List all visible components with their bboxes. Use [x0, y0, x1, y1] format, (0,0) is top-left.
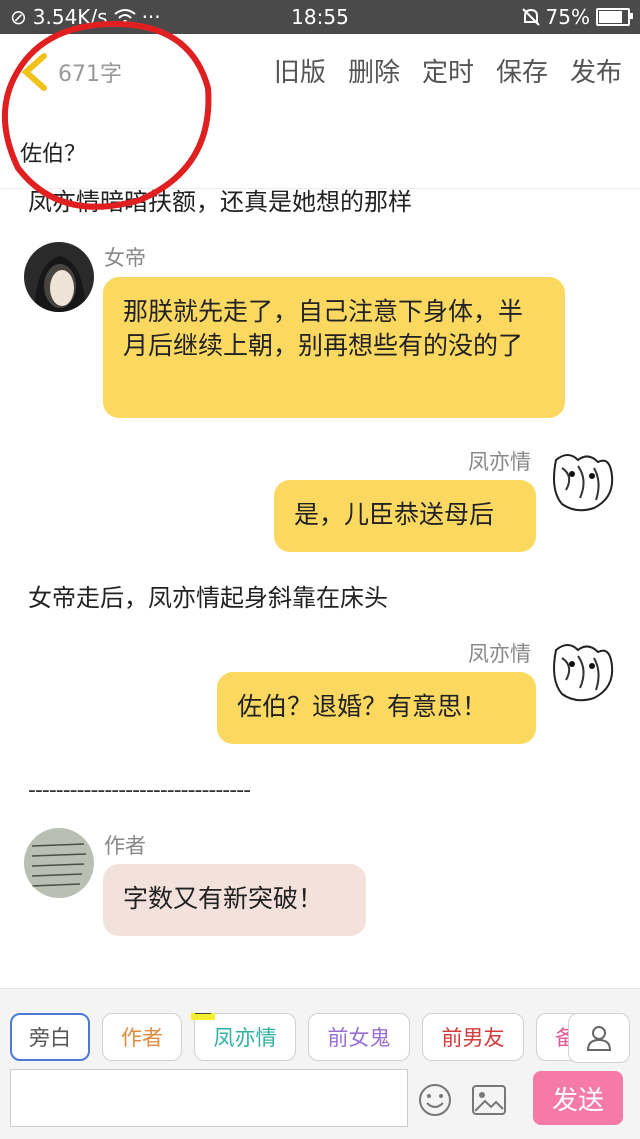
battery-percent: 75%: [545, 5, 590, 29]
speaker-name: 凤亦情: [468, 642, 531, 666]
chat-area[interactable]: 凤亦情暗暗扶额，还真是她想的那样 女帝 那朕就先走了，自己注意下身体，半月后继续…: [0, 188, 640, 988]
person-icon: [586, 1026, 612, 1051]
save-button[interactable]: 保存: [496, 52, 548, 89]
image-icon[interactable]: [472, 1085, 506, 1115]
role-ex-ghost[interactable]: 前女鬼: [308, 1013, 410, 1061]
role-selector: 旁白 作者 主 凤亦情 前女鬼 前男友 备: [10, 1013, 640, 1061]
message-bubble[interactable]: 是，儿臣恭送母后: [274, 480, 536, 552]
role-author[interactable]: 作者: [102, 1013, 182, 1061]
message-input[interactable]: [10, 1069, 408, 1127]
bell-muted-icon: [521, 8, 540, 26]
message-bubble[interactable]: 字数又有新突破！: [103, 864, 366, 936]
role-fengyiqing[interactable]: 主 凤亦情: [191, 1013, 296, 1061]
scene-divider: --------------------------------: [28, 778, 251, 803]
message-bubble[interactable]: 佐伯？退婚？有意思！: [217, 672, 536, 744]
annotation-circle: [2, 20, 212, 210]
add-role-button[interactable]: [568, 1013, 630, 1063]
avatar-fengyiqing[interactable]: [548, 446, 618, 516]
role-label: 凤亦情: [213, 1026, 277, 1050]
emoji-icon[interactable]: [418, 1083, 452, 1117]
narration-text: 女帝走后，凤亦情起身斜靠在床头: [28, 584, 388, 612]
send-button[interactable]: 发送: [533, 1071, 623, 1125]
speaker-name: 作者: [104, 834, 146, 858]
composer-bar: 旁白 作者 主 凤亦情 前女鬼 前男友 备 发送: [0, 988, 640, 1139]
role-ex-boyfriend[interactable]: 前男友: [422, 1013, 524, 1061]
battery-icon: [596, 8, 633, 26]
avatar-empress[interactable]: [24, 242, 94, 312]
publish-button[interactable]: 发布: [570, 52, 622, 89]
speaker-name: 凤亦情: [468, 450, 531, 474]
role-narrator[interactable]: 旁白: [10, 1013, 90, 1061]
avatar-fengyiqing[interactable]: [548, 636, 618, 706]
old-version-button[interactable]: 旧版: [274, 52, 326, 89]
speaker-name: 女帝: [104, 246, 146, 270]
main-character-badge: 主: [191, 1013, 215, 1020]
delete-button[interactable]: 删除: [348, 52, 400, 89]
avatar-author[interactable]: [24, 828, 94, 898]
schedule-button[interactable]: 定时: [422, 52, 474, 89]
message-bubble[interactable]: 那朕就先走了，自己注意下身体，半月后继续上朝，别再想些有的没的了: [103, 277, 565, 418]
